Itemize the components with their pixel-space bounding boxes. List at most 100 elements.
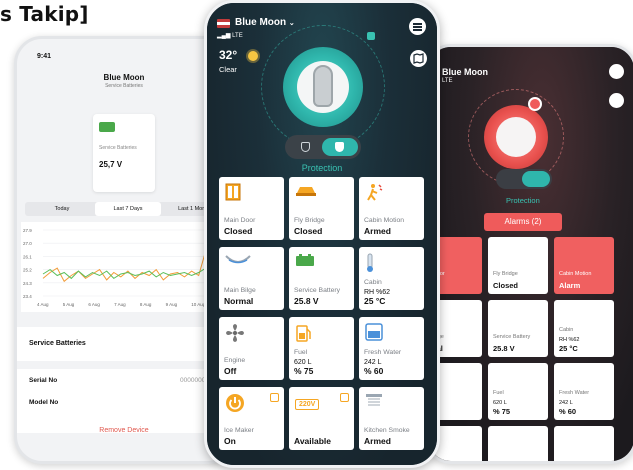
tile-title: Fuel [294, 348, 308, 356]
device-tile[interactable]: Fuel 620 L% 75 [488, 363, 548, 420]
tab-last-7-days[interactable]: Last 7 Days [95, 202, 161, 216]
device-tile[interactable]: Main Bilge Normal [219, 247, 284, 310]
shore-power-icon: 220V [295, 393, 320, 411]
sun-icon [248, 51, 258, 61]
device-tile[interactable]: Main Door Closed [219, 177, 284, 240]
tile-title: Service Battery [493, 334, 531, 340]
settings-icon[interactable] [270, 393, 279, 402]
device-tile[interactable]: Engine Off [219, 317, 284, 380]
thermometer-icon [365, 253, 375, 278]
banner-title: s Takip] [0, 2, 89, 26]
tile-value: % 60 [559, 407, 577, 416]
tile-value: Armed [364, 436, 391, 446]
alarm-title[interactable]: Blue Moon [442, 67, 488, 77]
vessel-name: Blue Moon [235, 17, 287, 28]
status-bar: 9:41 [37, 53, 222, 60]
menu-icon[interactable] [609, 64, 624, 79]
fan-icon [225, 323, 245, 348]
x-tick-label: 8 Aug [140, 302, 152, 307]
tile-title: Fly Bridge [493, 271, 518, 277]
device-tile[interactable]: Kitchen Smoke Armed [359, 387, 424, 450]
device-tile[interactable]: Fuel 620 L% 75 [289, 317, 354, 380]
flag-icon [217, 19, 230, 28]
temperature: 32° [219, 48, 238, 62]
weather-label: Clear [219, 65, 237, 74]
tile-value: Off [224, 366, 237, 376]
tile-value: % 75 [493, 407, 511, 416]
tile-title: Main Bilge [224, 286, 256, 294]
tile-value: Closed [224, 226, 253, 236]
remove-device-button[interactable]: Remove Device [17, 427, 231, 434]
phone-dashboard: Blue Moon ⌄ ▂▄▆ LTE 32° Clear Protection… [204, 0, 440, 468]
signal-bars-icon: ▂▄▆ [217, 33, 231, 39]
shield-icon [335, 142, 344, 152]
device-tile[interactable]: Fresh Water 242 L% 60 [554, 363, 614, 420]
device-tile[interactable] [488, 426, 548, 461]
vessel-selector[interactable]: Blue Moon ⌄ [235, 17, 295, 28]
tile-title: Fresh Water [364, 348, 402, 356]
series-line-0 [42, 238, 228, 288]
signal-status: ▂▄▆ LTE [217, 32, 243, 39]
device-tile[interactable] [554, 426, 614, 461]
power-icon [225, 393, 245, 418]
tile-value: Alarm [559, 281, 581, 290]
device-tile[interactable]: Ice Maker On [219, 387, 284, 450]
water-icon [365, 323, 383, 346]
tile-value: Closed [294, 226, 323, 236]
settings-icon[interactable] [340, 393, 349, 402]
tile-title: Cabin Motion [364, 216, 405, 224]
tile-title: Service Battery [294, 286, 341, 294]
device-tile[interactable]: Fly Bridge Closed [289, 177, 354, 240]
battery-icon [295, 253, 315, 272]
shield-outline-icon [301, 142, 310, 152]
alarm-signal: LTE [442, 78, 453, 84]
tile-secondary-value: 620 L [493, 400, 507, 406]
protection-on-option[interactable] [322, 138, 358, 156]
tile-secondary-value: RH %62 [559, 337, 580, 343]
map-icon[interactable] [609, 93, 624, 108]
protection-off-option[interactable] [289, 138, 323, 156]
motion-icon [365, 183, 383, 206]
device-tile[interactable]: Cabin Motion Armed [359, 177, 424, 240]
device-tile[interactable]: Cabin RH %62 25 °C [359, 247, 424, 310]
protection-toggle[interactable] [496, 169, 552, 189]
status-time: 9:41 [37, 53, 52, 60]
device-tile[interactable]: Cabin RH %62 25 °C [554, 300, 614, 357]
device-tile[interactable]: 220V Available [289, 387, 354, 450]
device-tile[interactable]: Service Battery 25.8 V [488, 300, 548, 357]
alarms-button[interactable]: Alarms (2) [484, 213, 562, 231]
boat-icon[interactable] [313, 65, 333, 107]
x-tick-label: 9 Aug [166, 302, 178, 307]
menu-icon[interactable] [409, 18, 426, 35]
map-icon[interactable] [410, 50, 427, 67]
tile-title: Fuel [493, 390, 504, 396]
protection-toggle[interactable] [285, 135, 361, 159]
flybridge-icon [295, 183, 317, 202]
tile-value: Closed [493, 281, 519, 290]
stage: s Takip] 9:41 Blue Moon Service Batterie… [0, 0, 633, 470]
tile-title: Kitchen Smoke [364, 426, 410, 434]
page-subtitle: Service Batteries [105, 83, 143, 89]
tile-secondary-value: 242 L [559, 400, 573, 406]
x-tick-label: 4 Aug [37, 302, 49, 307]
tile-value: Normal [224, 296, 254, 306]
chevron-down-icon: ⌄ [288, 20, 295, 27]
tile-value: 25.8 V [294, 296, 319, 306]
device-tile[interactable]: Fresh Water 242 L% 60 [359, 317, 424, 380]
tile-secondary-value: 620 L [294, 359, 312, 366]
tab-today[interactable]: Today [29, 202, 95, 216]
battery-card[interactable]: Service Batteries 25,7 V [93, 114, 155, 192]
device-tile[interactable]: Fly Bridge Closed [488, 237, 548, 294]
fuel-icon [295, 323, 311, 348]
tile-title: Fly Bridge [294, 216, 325, 224]
tile-value: Armed [364, 226, 391, 236]
bilge-icon [225, 253, 251, 271]
page-title: Blue Moon [103, 73, 145, 82]
device-tile[interactable]: Service Battery 25.8 V [289, 247, 354, 310]
voltage-badge: 220V [295, 399, 320, 410]
tile-value: 25 °C [559, 344, 578, 353]
tile-title: Main Door [224, 216, 256, 224]
alarm-tile[interactable]: Cabin Motion Alarm [554, 237, 614, 294]
tile-value: % 75 [294, 366, 314, 376]
y-tick-label: 25.2 [23, 268, 32, 273]
